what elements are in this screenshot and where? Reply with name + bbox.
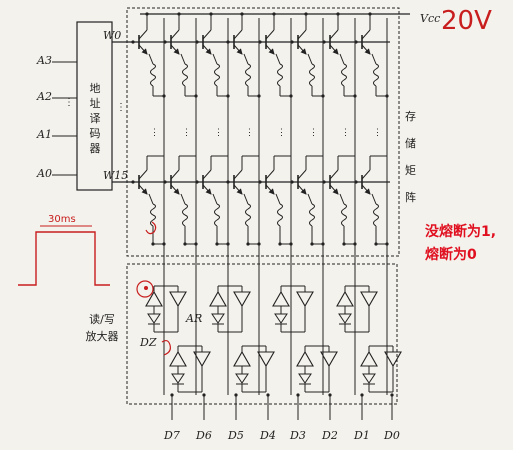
data-output-label: D4 (259, 429, 276, 442)
svg-text:⋮: ⋮ (341, 128, 350, 138)
svg-text:⋮: ⋮ (150, 128, 159, 138)
data-outputs: D7 D6 D5 D4 D3 D2 D1 D0 (163, 393, 400, 442)
amplifier-unit (169, 345, 211, 393)
memory-column: ⋮ (226, 12, 261, 395)
svg-text:储: 储 (405, 136, 416, 150)
data-output: D5 (227, 393, 244, 442)
svg-text:⋮: ⋮ (182, 128, 191, 138)
amplifier-unit (272, 285, 314, 333)
svg-text:矩: 矩 (405, 164, 416, 177)
vcc-label: Vcc (420, 12, 440, 25)
word-line-w15: W15 (103, 169, 128, 182)
data-output: D2 (321, 393, 338, 442)
data-output-label: D3 (289, 429, 306, 442)
data-output: D6 (195, 393, 212, 442)
read-write-amplifiers (145, 285, 402, 393)
data-output-label: D6 (195, 429, 212, 442)
data-output-label: D1 (353, 429, 370, 442)
data-output: D7 (163, 393, 180, 442)
amplifier-unit (209, 285, 251, 333)
address-input-a2: A2 (36, 90, 52, 103)
amplifier-unit (336, 285, 378, 333)
svg-text:址: 址 (90, 96, 101, 110)
programming-pulse-annotation: 30ms (18, 214, 110, 286)
amplifier-outline (126, 263, 398, 405)
data-output-label: D0 (383, 429, 400, 442)
fuse-note: 没熔断为1, 熔断为0 (425, 223, 496, 263)
memory-column: ⋮ (163, 12, 198, 395)
memory-columns: ⋮ ⋮ ⋮ ⋮ ⋮ ⋮ ⋮ ⋮ (131, 12, 389, 395)
data-output: D3 (289, 393, 306, 442)
memory-column: ⋮ (258, 12, 293, 395)
word-line-w0: W0 (103, 29, 121, 42)
address-inputs: A3 A2 A1 A0 ⋮ (36, 54, 77, 180)
data-output: D4 (259, 393, 276, 442)
vcc-rail: Vcc 20V (140, 6, 492, 36)
svg-text:读/写: 读/写 (89, 312, 115, 326)
svg-text:码: 码 (90, 127, 101, 140)
amplifier-unit (233, 345, 275, 393)
svg-text:⋮: ⋮ (245, 128, 254, 138)
vcc-annotation: 20V (441, 6, 492, 36)
memory-column: ⋮ (354, 12, 389, 395)
amp-tag-dz: DZ (139, 336, 157, 349)
memory-column: ⋮ (290, 12, 325, 395)
address-input-a1: A1 (36, 128, 52, 141)
svg-text:没熔断为1,: 没熔断为1, (425, 223, 496, 240)
svg-text:熔断为0: 熔断为0 (425, 246, 477, 263)
svg-text:⋮: ⋮ (277, 128, 286, 138)
word-lines: W0 W15 ⋮ (103, 29, 390, 183)
memory-column: ⋮ (322, 12, 357, 395)
svg-text:阵: 阵 (405, 190, 416, 204)
svg-text:⋮: ⋮ (373, 128, 382, 138)
svg-text:⋮: ⋮ (116, 102, 126, 113)
memory-column: ⋮ (195, 12, 230, 395)
memory-array-outline (126, 7, 400, 257)
data-output: D1 (353, 393, 370, 442)
decoder-label: 地 址 译 码 器 (90, 82, 101, 155)
svg-text:地: 地 (90, 82, 101, 95)
svg-text:⋮: ⋮ (309, 128, 318, 138)
amplifier-unit (296, 345, 338, 393)
svg-text:器: 器 (90, 142, 101, 155)
svg-text:⋮: ⋮ (64, 97, 74, 108)
prom-circuit-diagram: 地 址 译 码 器 A3 A2 A1 A0 ⋮ W0 W15 ⋮ Vcc 20V… (18, 6, 496, 442)
data-output-label: D2 (321, 429, 338, 442)
svg-text:存: 存 (405, 109, 416, 123)
array-label: 存 储 矩 阵 (405, 109, 416, 204)
svg-text:30ms: 30ms (48, 214, 76, 225)
amplifier-unit (360, 345, 402, 393)
amplifier-label: 读/写 放大器 (86, 312, 119, 343)
svg-text:译: 译 (90, 112, 101, 125)
svg-text:放大器: 放大器 (86, 329, 119, 343)
data-output-label: D7 (163, 429, 180, 442)
address-input-a0: A0 (36, 167, 52, 180)
amp-tag-ar: AR (185, 312, 202, 325)
data-output-label: D5 (227, 429, 244, 442)
address-input-a3: A3 (36, 54, 52, 67)
svg-text:⋮: ⋮ (214, 128, 223, 138)
